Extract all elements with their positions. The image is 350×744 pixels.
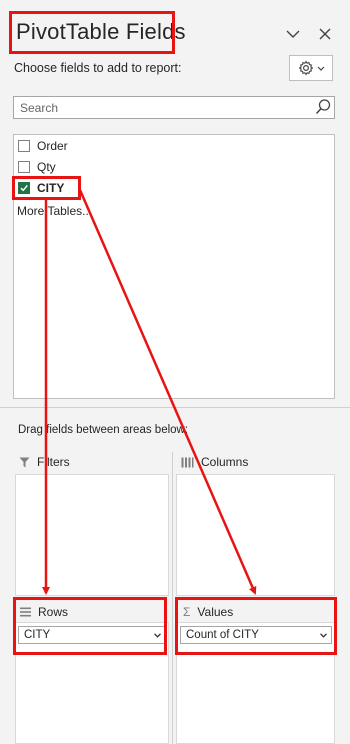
annotation-arrows [42, 189, 257, 595]
arrow-to-values [78, 189, 257, 595]
